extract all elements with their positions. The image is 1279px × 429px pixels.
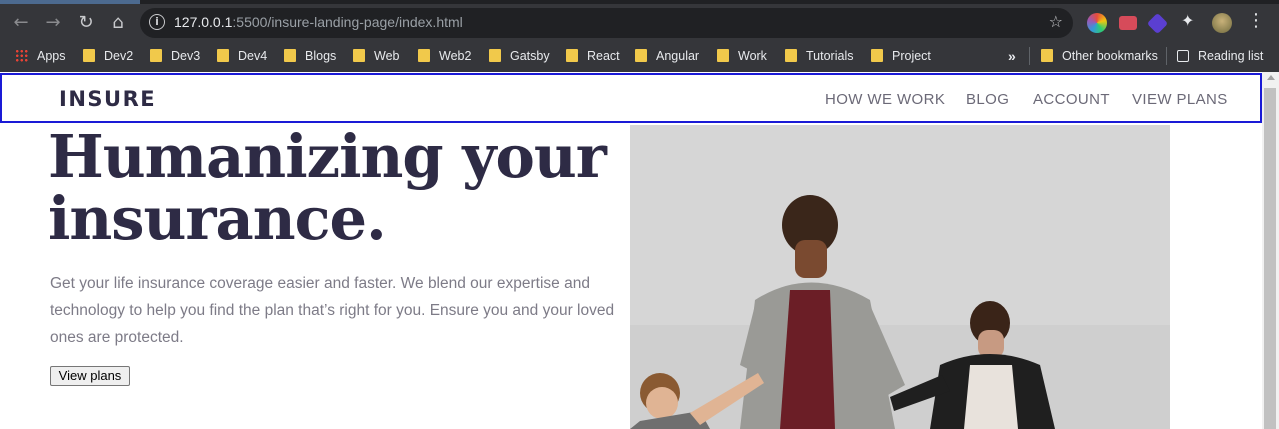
bookmark-folder[interactable]: Tutorials <box>785 48 853 64</box>
bookmark-label: Gatsby <box>510 49 550 63</box>
nav-link-blog[interactable]: BLOG <box>966 91 1009 108</box>
nav-link-how-we-work[interactable]: HOW WE WORK <box>825 91 945 108</box>
bookmark-folder[interactable]: Web <box>353 48 399 64</box>
browser-menu-icon[interactable]: ⋮ <box>1247 10 1265 31</box>
bookmark-label: Project <box>892 49 931 63</box>
arrow-left-icon: ← <box>13 12 29 33</box>
purple-extension-icon[interactable] <box>1146 12 1169 35</box>
bookmark-label: Dev2 <box>104 49 134 63</box>
bookmark-label: Web <box>374 49 400 63</box>
bookmark-label: Blogs <box>305 49 337 63</box>
folder-icon <box>1041 49 1053 62</box>
back-button[interactable]: ← <box>8 10 34 36</box>
bookmark-apps[interactable]: Apps <box>15 48 66 64</box>
bookmark-folder[interactable]: Web2 <box>418 48 471 64</box>
bookmarks-bar: Apps Dev2 Dev3 Dev4 Blogs Web Web2 Gatsb… <box>0 42 1279 70</box>
nav-link-view-plans[interactable]: VIEW PLANS <box>1132 91 1228 108</box>
page-scrollbar[interactable] <box>1262 72 1279 429</box>
url-text[interactable]: 127.0.0.1:5500/insure-landing-page/index… <box>174 14 463 30</box>
bookmarks-divider <box>1029 47 1030 65</box>
view-plans-button[interactable]: View plans <box>50 366 130 386</box>
bookmark-label: React <box>587 49 620 63</box>
arrow-right-icon: → <box>45 12 61 33</box>
bookmark-folder[interactable]: Dev3 <box>150 48 200 64</box>
profile-avatar[interactable] <box>1212 13 1232 33</box>
folder-icon <box>871 49 883 62</box>
reading-list-icon <box>1177 50 1189 62</box>
folder-icon <box>717 49 729 62</box>
red-extension-icon[interactable] <box>1119 16 1137 30</box>
folder-icon <box>217 49 229 62</box>
apps-grid-icon <box>15 49 28 62</box>
folder-icon <box>489 49 501 62</box>
bookmark-folder[interactable]: Blogs <box>284 48 336 64</box>
url-path: :5500/insure-landing-page/index.html <box>232 14 463 30</box>
home-button[interactable]: ⌂ <box>105 10 131 36</box>
extensions-puzzle-icon[interactable]: ✦ <box>1181 11 1201 31</box>
bookmark-folder[interactable]: Dev4 <box>217 48 267 64</box>
hero-title: Humanizing your insurance. <box>48 126 628 250</box>
hero-family-photo <box>630 125 1170 429</box>
bookmark-folder[interactable]: React <box>566 48 620 64</box>
folder-icon <box>353 49 365 62</box>
bookmark-label: Angular <box>656 49 700 63</box>
bookmark-label: Dev4 <box>238 49 268 63</box>
reading-list-button[interactable]: Reading list <box>1177 48 1263 64</box>
color-extension-icon[interactable] <box>1087 13 1107 33</box>
scrollbar-thumb[interactable] <box>1264 88 1276 429</box>
folder-icon <box>785 49 797 62</box>
folder-icon <box>566 49 578 62</box>
hero-title-line: insurance. <box>48 184 387 253</box>
reload-button[interactable]: ↻ <box>73 10 99 36</box>
hero-title-line: Humanizing your <box>48 122 607 191</box>
folder-icon <box>83 49 95 62</box>
browser-toolbar: ← → ↻ ⌂ i 127.0.0.1:5500/insure-landing-… <box>0 4 1279 42</box>
home-icon: ⌂ <box>112 12 124 33</box>
nav-link-account[interactable]: ACCOUNT <box>1033 91 1110 108</box>
forward-button[interactable]: → <box>40 10 66 36</box>
bookmark-folder[interactable]: Gatsby <box>489 48 550 64</box>
folder-icon <box>635 49 647 62</box>
family-illustration <box>630 125 1170 429</box>
browser-chrome: ← → ↻ ⌂ i 127.0.0.1:5500/insure-landing-… <box>0 0 1279 72</box>
bookmarks-divider <box>1166 47 1167 65</box>
bookmark-label: Dev3 <box>171 49 201 63</box>
bookmark-star-icon[interactable]: ☆ <box>1049 12 1063 31</box>
bookmark-folder[interactable]: Dev2 <box>83 48 133 64</box>
bookmark-label: Web2 <box>439 49 472 63</box>
bookmarks-overflow-button[interactable]: » <box>1008 48 1016 64</box>
folder-icon <box>418 49 430 62</box>
bookmark-label: Apps <box>37 49 66 63</box>
bookmark-label: Reading list <box>1198 49 1264 63</box>
bookmark-label: Tutorials <box>806 49 854 63</box>
site-header: INSURE HOW WE WORK BLOG ACCOUNT VIEW PLA… <box>0 73 1262 123</box>
folder-icon <box>284 49 296 62</box>
bookmark-other[interactable]: Other bookmarks <box>1041 48 1158 64</box>
bookmark-folder[interactable]: Work <box>717 48 767 64</box>
url-host: 127.0.0.1 <box>174 14 233 30</box>
bookmark-label: Other bookmarks <box>1062 49 1158 63</box>
folder-icon <box>150 49 162 62</box>
address-bar[interactable]: i 127.0.0.1:5500/insure-landing-page/ind… <box>140 8 1073 38</box>
bookmark-label: Work <box>738 49 767 63</box>
scroll-up-arrow-icon[interactable] <box>1267 75 1275 80</box>
site-info-icon[interactable]: i <box>149 14 165 30</box>
site-logo[interactable]: INSURE <box>59 87 156 111</box>
reload-icon: ↻ <box>78 12 94 33</box>
hero-description: Get your life insurance coverage easier … <box>50 275 615 346</box>
bookmark-folder[interactable]: Angular <box>635 48 699 64</box>
bookmark-folder[interactable]: Project <box>871 48 931 64</box>
